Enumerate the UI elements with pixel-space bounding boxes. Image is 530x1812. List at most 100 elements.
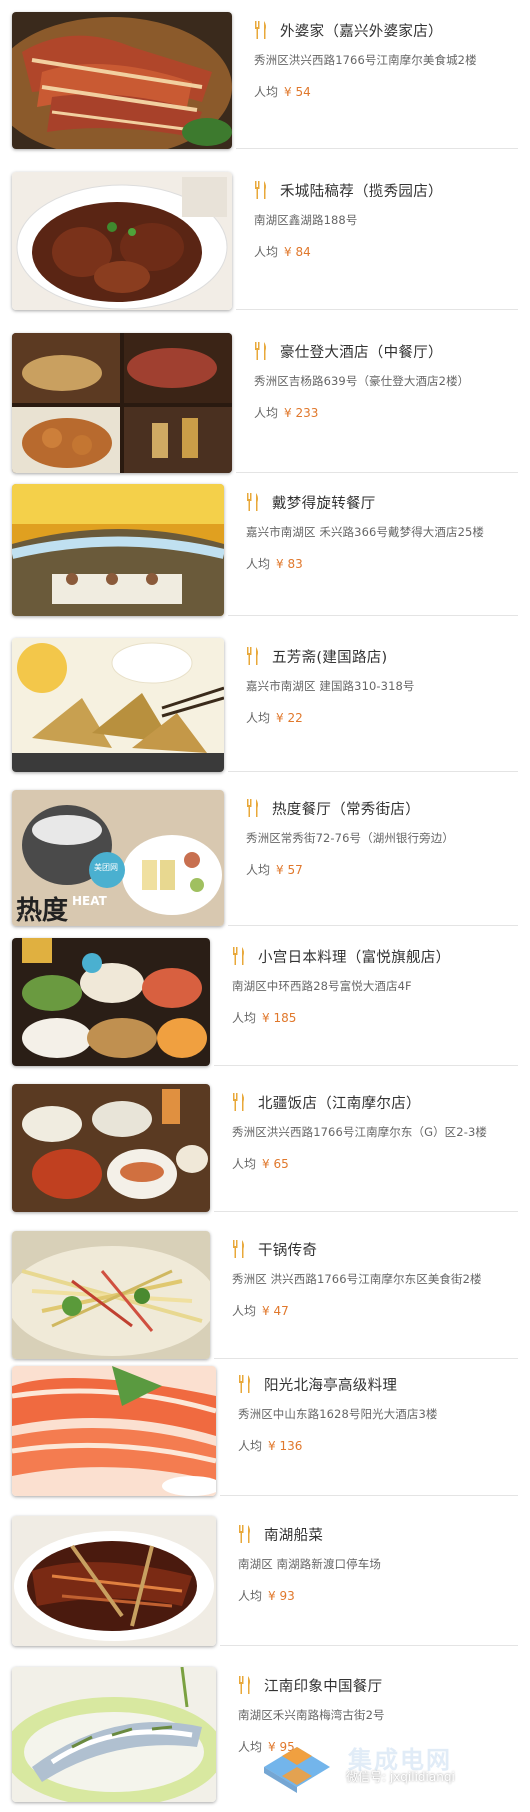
food-photo[interactable]	[12, 1667, 216, 1802]
fork-knife-icon	[247, 493, 258, 511]
price-value: ¥ 54	[284, 85, 311, 99]
list-item[interactable]: 五芳斋(建国路店) 嘉兴市南湖区 建国路310-318号 人均 ¥ 22	[12, 638, 518, 772]
restaurant-info: 干锅传奇 秀洲区 洪兴西路1766号江南摩尔东区美食街2楼 人均 ¥ 47	[214, 1231, 518, 1359]
restaurant-name[interactable]: 五芳斋(建国路店)	[272, 646, 388, 667]
price-prefix: 人均	[238, 1740, 263, 1754]
price-value: ¥ 93	[268, 1589, 295, 1603]
price-prefix: 人均	[254, 245, 279, 259]
watermark-logo-icon	[264, 1747, 330, 1793]
restaurant-name[interactable]: 豪仕登大酒店（中餐厅）	[280, 341, 443, 362]
price-row: 人均 ¥ 83	[246, 555, 518, 572]
list-item[interactable]: 北疆饭店（江南摩尔店） 秀洲区洪兴西路1766号江南摩尔东（G）区2-3楼 人均…	[12, 1084, 518, 1212]
price-row: 人均 ¥ 233	[254, 404, 518, 421]
list-item[interactable]: 美团网 热度 HEAT 热度餐厅（常秀街店） 秀洲区常秀街72-76号（湖州银行…	[12, 790, 518, 926]
restaurant-info: 禾城陆稿荐（揽秀园店） 南湖区鑫湖路188号 人均 ¥ 84	[236, 172, 518, 310]
restaurant-info: 热度餐厅（常秀街店） 秀洲区常秀街72-76号（湖州银行旁边） 人均 ¥ 57	[228, 790, 518, 926]
restaurant-address: 秀洲区洪兴西路1766号江南摩尔美食城2楼	[254, 53, 477, 67]
food-photo[interactable]	[12, 1231, 210, 1359]
price-prefix: 人均	[246, 711, 271, 725]
restaurant-list: 外婆家（嘉兴外婆家店） 秀洲区洪兴西路1766号江南摩尔美食城2楼 人均 ¥ 54	[0, 0, 530, 1812]
restaurant-info: 豪仕登大酒店（中餐厅） 秀洲区吉杨路639号（豪仕登大酒店2楼） 人均 ¥ 233	[236, 333, 518, 473]
price-prefix: 人均	[254, 85, 279, 99]
food-photo[interactable]	[12, 12, 232, 149]
restaurant-address: 秀洲区洪兴西路1766号江南摩尔东（G）区2-3楼	[232, 1125, 487, 1139]
restaurant-address: 南湖区鑫湖路188号	[254, 213, 358, 227]
list-item[interactable]: 戴梦得旋转餐厅 嘉兴市南湖区 禾兴路366号戴梦得大酒店25楼 人均 ¥ 83	[12, 484, 518, 616]
price-row: 人均 ¥ 93	[238, 1587, 518, 1604]
restaurant-name[interactable]: 干锅传奇	[258, 1239, 317, 1260]
price-row: 人均 ¥ 57	[246, 861, 518, 878]
restaurant-info: 南湖船菜 南湖区 南湖路新渡口停车场 人均 ¥ 93	[220, 1516, 518, 1646]
restaurant-address: 嘉兴市南湖区 禾兴路366号戴梦得大酒店25楼	[246, 525, 485, 539]
price-value: ¥ 22	[276, 711, 303, 725]
list-item[interactable]: 南湖船菜 南湖区 南湖路新渡口停车场 人均 ¥ 93	[12, 1516, 518, 1646]
restaurant-address: 南湖区中环西路28号富悦大酒店4F	[232, 979, 412, 993]
food-photo[interactable]	[12, 484, 224, 616]
restaurant-name[interactable]: 戴梦得旋转餐厅	[272, 492, 376, 513]
list-item[interactable]: 豪仕登大酒店（中餐厅） 秀洲区吉杨路639号（豪仕登大酒店2楼） 人均 ¥ 233	[12, 333, 518, 473]
price-row: 人均 ¥ 185	[232, 1009, 518, 1026]
restaurant-name[interactable]: 北疆饭店（江南摩尔店）	[258, 1092, 421, 1113]
price-prefix: 人均	[232, 1011, 257, 1025]
price-value: ¥ 57	[276, 863, 303, 877]
food-photo[interactable]	[12, 1084, 210, 1212]
list-item[interactable]: 干锅传奇 秀洲区 洪兴西路1766号江南摩尔东区美食街2楼 人均 ¥ 47	[12, 1231, 518, 1359]
list-item[interactable]: 禾城陆稿荐（揽秀园店） 南湖区鑫湖路188号 人均 ¥ 84	[12, 172, 518, 310]
food-photo[interactable]	[12, 1366, 216, 1496]
price-prefix: 人均	[238, 1589, 263, 1603]
restaurant-name[interactable]: 小宫日本料理（富悦旗舰店）	[258, 946, 450, 967]
list-item[interactable]: 阳光北海亭高级料理 秀洲区中山东路1628号阳光大酒店3楼 人均 ¥ 136	[12, 1366, 518, 1496]
price-value: ¥ 136	[268, 1439, 303, 1453]
fork-knife-icon	[233, 1093, 244, 1111]
food-photo[interactable]	[12, 638, 224, 772]
price-row: 人均 ¥ 136	[238, 1437, 518, 1454]
list-item[interactable]: 小宫日本料理（富悦旗舰店） 南湖区中环西路28号富悦大酒店4F 人均 ¥ 185	[12, 938, 518, 1066]
restaurant-name[interactable]: 南湖船菜	[264, 1524, 323, 1545]
restaurant-address: 秀洲区 洪兴西路1766号江南摩尔东区美食街2楼	[232, 1272, 482, 1286]
restaurant-address: 嘉兴市南湖区 建国路310-318号	[246, 679, 415, 693]
restaurant-name[interactable]: 热度餐厅（常秀街店）	[272, 798, 420, 819]
food-photo[interactable]: 美团网 热度 HEAT	[12, 790, 224, 926]
restaurant-info: 阳光北海亭高级料理 秀洲区中山东路1628号阳光大酒店3楼 人均 ¥ 136	[220, 1366, 518, 1496]
price-value: ¥ 233	[284, 406, 319, 420]
food-photo[interactable]	[12, 938, 210, 1066]
restaurant-address: 秀洲区中山东路1628号阳光大酒店3楼	[238, 1407, 438, 1421]
food-photo[interactable]	[12, 172, 232, 310]
price-prefix: 人均	[232, 1304, 257, 1318]
restaurant-info: 北疆饭店（江南摩尔店） 秀洲区洪兴西路1766号江南摩尔东（G）区2-3楼 人均…	[214, 1084, 518, 1212]
heat-brand-label: 热度	[16, 896, 69, 926]
price-prefix: 人均	[232, 1157, 257, 1171]
restaurant-name[interactable]: 外婆家（嘉兴外婆家店）	[280, 20, 443, 41]
restaurant-name[interactable]: 禾城陆稿荐（揽秀园店）	[280, 180, 443, 201]
price-prefix: 人均	[246, 863, 271, 877]
price-value: ¥ 84	[284, 245, 311, 259]
fork-knife-icon	[239, 1676, 250, 1694]
wechat-id-label: 微信号: jxqilidianqi	[346, 1770, 455, 1784]
fork-knife-icon	[255, 342, 266, 360]
restaurant-name[interactable]: 江南印象中国餐厅	[264, 1675, 382, 1696]
price-row: 人均 ¥ 54	[254, 83, 518, 100]
price-value: ¥ 47	[262, 1304, 289, 1318]
restaurant-info: 戴梦得旋转餐厅 嘉兴市南湖区 禾兴路366号戴梦得大酒店25楼 人均 ¥ 83	[228, 484, 518, 616]
restaurant-address: 南湖区禾兴南路梅湾古街2号	[238, 1708, 385, 1722]
price-value: ¥ 83	[276, 557, 303, 571]
price-value: ¥ 65	[262, 1157, 289, 1171]
food-photo[interactable]	[12, 333, 232, 473]
fork-knife-icon	[233, 947, 244, 965]
price-row: 人均 ¥ 22	[246, 709, 518, 726]
fork-knife-icon	[239, 1525, 250, 1543]
food-photo[interactable]	[12, 1516, 216, 1646]
restaurant-address: 秀洲区吉杨路639号（豪仕登大酒店2楼）	[254, 374, 470, 388]
price-value: ¥ 185	[262, 1011, 297, 1025]
restaurant-address: 秀洲区常秀街72-76号（湖州银行旁边）	[246, 831, 454, 845]
list-item[interactable]: 外婆家（嘉兴外婆家店） 秀洲区洪兴西路1766号江南摩尔美食城2楼 人均 ¥ 54	[12, 12, 518, 149]
price-prefix: 人均	[254, 406, 279, 420]
fork-knife-icon	[247, 647, 258, 665]
restaurant-name[interactable]: 阳光北海亭高级料理	[264, 1374, 397, 1395]
restaurant-info: 外婆家（嘉兴外婆家店） 秀洲区洪兴西路1766号江南摩尔美食城2楼 人均 ¥ 54	[236, 12, 518, 149]
fork-knife-icon	[255, 21, 266, 39]
heat-en-label: HEAT	[72, 894, 107, 908]
meituan-badge: 美团网	[94, 863, 118, 872]
restaurant-address: 南湖区 南湖路新渡口停车场	[238, 1557, 381, 1571]
price-prefix: 人均	[238, 1439, 263, 1453]
